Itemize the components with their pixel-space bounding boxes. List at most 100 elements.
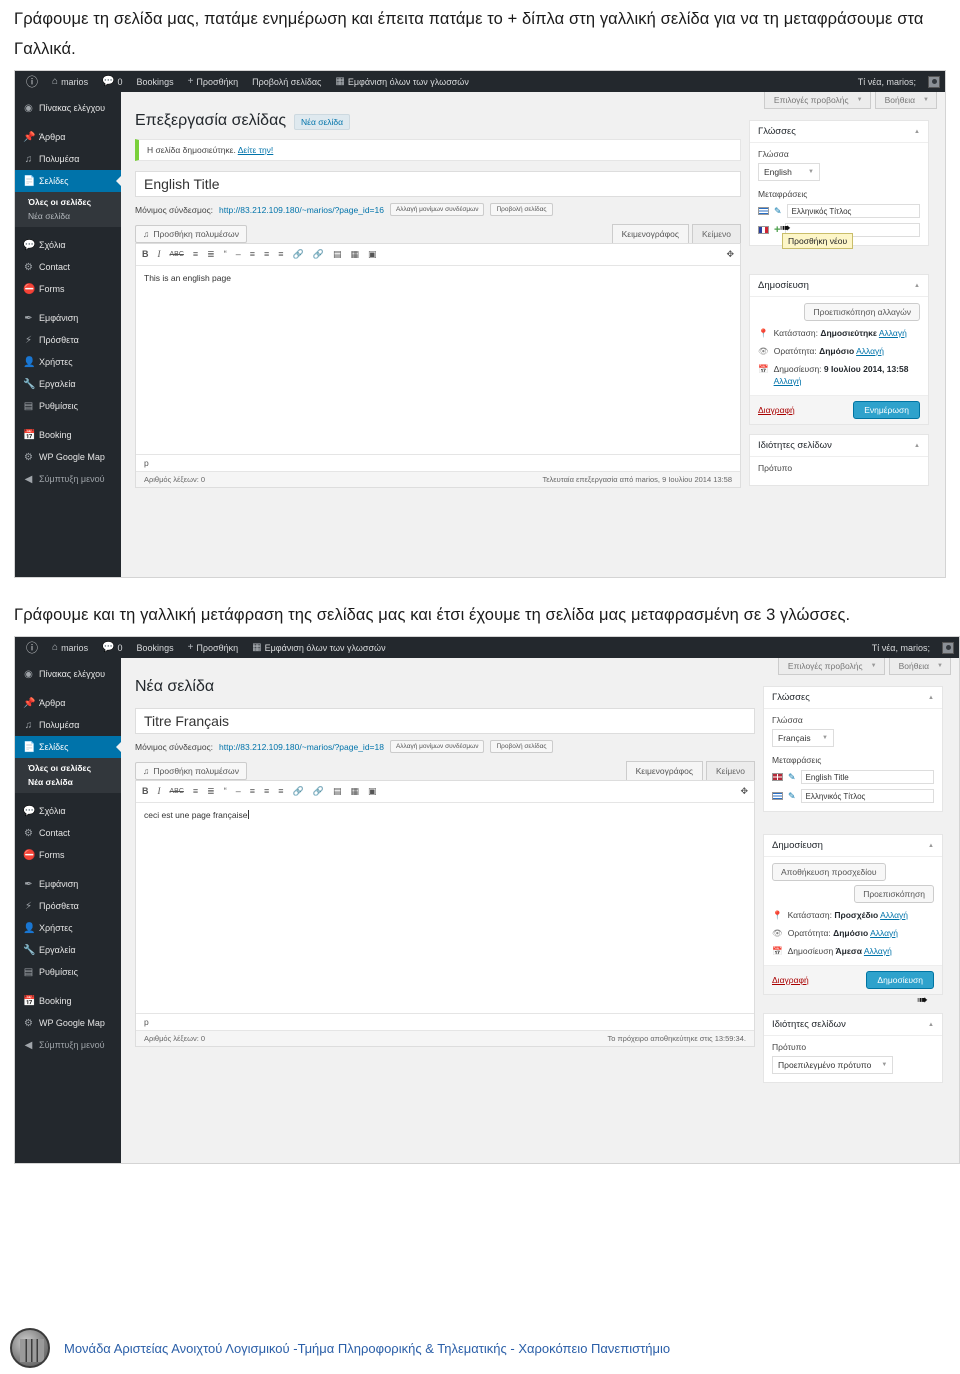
view-page-button[interactable]: Προβολή σελίδας [490, 740, 553, 753]
status-edit-link[interactable]: Αλλαγή [880, 910, 908, 920]
sidebar-item-collapse-menu[interactable]: ◀ Σύμπτυξη μενού [15, 1034, 121, 1056]
pencil-icon[interactable]: ✎ [788, 791, 796, 802]
publish-date-edit-link[interactable]: Αλλαγή [864, 946, 892, 956]
comments-menu[interactable]: 💬 0 [95, 637, 129, 658]
publish-metabox-header[interactable]: Δημοσίευση ▲ [764, 835, 942, 857]
screen-options-tab[interactable]: Επιλογές προβολής ▼ [763, 92, 871, 109]
chevron-up-icon[interactable]: ▲ [928, 695, 934, 701]
sidebar-item-posts[interactable]: 📌 Άρθρα [15, 692, 121, 714]
ordered-list-icon[interactable]: ≣ [207, 787, 215, 796]
chevron-up-icon[interactable]: ▲ [928, 1022, 934, 1028]
site-name-menu[interactable]: ⌂ marios [45, 71, 95, 92]
view-page-button[interactable]: Προβολή σελίδας [490, 203, 553, 216]
bookings-menu[interactable]: Bookings [130, 71, 181, 92]
ordered-list-icon[interactable]: ≣ [207, 250, 215, 259]
sidebar-item-forms[interactable]: ⛔ Forms [15, 278, 121, 300]
translation-input-greek[interactable]: Ελληνικός Τίτλος [800, 789, 934, 803]
submenu-item-all-pages[interactable]: Όλες οι σελίδες [15, 761, 121, 775]
sidebar-item-pages[interactable]: 📄 Σελίδες [15, 170, 122, 192]
sidebar-item-comments[interactable]: 💬 Σχόλια [15, 234, 121, 256]
move-to-trash-link[interactable]: Διαγραφή [758, 405, 795, 415]
preview-button[interactable]: Προεπισκόπηση [854, 885, 934, 903]
publish-metabox-header[interactable]: Δημοσίευση ▲ [750, 275, 928, 297]
sidebar-item-posts[interactable]: 📌 Άρθρα [15, 126, 121, 148]
view-page-menu[interactable]: Προβολή σελίδας [245, 71, 328, 92]
permalink-url[interactable]: http://83.212.109.180/~marios/?page_id=1… [219, 205, 384, 215]
sidebar-item-tools[interactable]: 🔧 Εργαλεία [15, 373, 121, 395]
pencil-icon[interactable]: ✎ [774, 206, 782, 217]
sidebar-item-tools[interactable]: 🔧 Εργαλεία [15, 939, 121, 961]
link-icon[interactable]: 🔗 [293, 250, 304, 259]
visibility-edit-link[interactable]: Αλλαγή [856, 346, 884, 356]
add-new-page-button[interactable]: Νέα σελίδα [294, 114, 351, 130]
tab-visual[interactable]: Κειμενογράφος [625, 761, 703, 780]
page-attributes-header[interactable]: Ιδιότητες σελίδων ▲ [764, 1014, 942, 1036]
italic-icon[interactable]: I [158, 250, 161, 259]
horizontal-rule-icon[interactable]: – [236, 250, 241, 259]
blockquote-icon[interactable]: “ [224, 250, 227, 259]
align-center-icon[interactable]: ≡ [264, 787, 269, 796]
align-center-icon[interactable]: ≡ [264, 250, 269, 259]
help-tab[interactable]: Βοήθεια ▼ [888, 658, 951, 675]
update-button[interactable]: Ενημέρωση [853, 401, 920, 419]
chevron-up-icon[interactable]: ▲ [928, 843, 934, 849]
post-title-input[interactable]: Titre Français [135, 708, 755, 734]
sidebar-item-settings[interactable]: ▤ Ρυθμίσεις [15, 961, 121, 983]
submenu-item-new-page[interactable]: Νέα σελίδα [15, 775, 121, 789]
chevron-up-icon[interactable]: ▲ [914, 283, 920, 289]
help-tab[interactable]: Βοήθεια ▼ [874, 92, 937, 109]
sidebar-item-plugins[interactable]: ⚡ Πρόσθετα [15, 329, 121, 351]
unordered-list-icon[interactable]: ≡ [193, 250, 198, 259]
bookings-menu[interactable]: Bookings [130, 637, 181, 658]
align-right-icon[interactable]: ≡ [278, 250, 283, 259]
sidebar-item-pages[interactable]: 📄 Σελίδες [15, 736, 122, 758]
chevron-up-icon[interactable]: ▲ [914, 129, 920, 135]
editor-content-area[interactable]: This is an english page [136, 266, 740, 454]
new-content-menu[interactable]: + Προσθήκη [181, 71, 246, 92]
language-select[interactable]: Français ▼ [772, 729, 834, 747]
toggle-toolbar-icon[interactable]: ▣ [368, 250, 377, 259]
publish-button[interactable]: Δημοσίευση [866, 971, 934, 989]
visibility-edit-link[interactable]: Αλλαγή [870, 928, 898, 938]
sidebar-item-booking[interactable]: 📅 Booking [15, 990, 121, 1012]
sidebar-item-settings[interactable]: ▤ Ρυθμίσεις [15, 395, 121, 417]
align-right-icon[interactable]: ≡ [278, 787, 283, 796]
unordered-list-icon[interactable]: ≡ [193, 787, 198, 796]
editor-content-area[interactable]: ceci est une page française [136, 803, 754, 1013]
chevron-up-icon[interactable]: ▲ [914, 443, 920, 449]
sidebar-item-appearance[interactable]: ✒ Εμφάνιση [15, 307, 121, 329]
view-page-link[interactable]: Δείτε την! [238, 145, 274, 155]
sidebar-item-comments[interactable]: 💬 Σχόλια [15, 800, 121, 822]
submenu-item-new-page[interactable]: Νέα σελίδα [15, 209, 121, 223]
sidebar-item-plugins[interactable]: ⚡ Πρόσθετα [15, 895, 121, 917]
tab-text[interactable]: Κείμενο [705, 761, 755, 780]
edit-permalink-button[interactable]: Αλλαγή μονίμων συνδέσμων [389, 740, 485, 753]
blockquote-icon[interactable]: “ [224, 787, 227, 796]
horizontal-rule-icon[interactable]: – [236, 787, 241, 796]
sidebar-item-contact[interactable]: ⚙ Contact [15, 256, 121, 278]
avatar[interactable] [928, 75, 940, 88]
show-all-languages-menu[interactable]: ▦ Εμφάνιση όλων των γλωσσών [328, 71, 475, 92]
post-title-input[interactable]: English Title [135, 171, 741, 197]
comments-menu[interactable]: 💬 0 [95, 71, 129, 92]
fullscreen-icon[interactable]: ✥ [740, 787, 748, 796]
move-to-trash-link[interactable]: Διαγραφή [772, 975, 809, 985]
sidebar-item-wp-google-map[interactable]: ⚙ WP Google Map [15, 1012, 121, 1034]
howdy-label[interactable]: Τί νέα, marios; [865, 637, 937, 658]
new-content-menu[interactable]: + Προσθήκη [181, 637, 246, 658]
sidebar-item-wp-google-map[interactable]: ⚙ WP Google Map [15, 446, 121, 468]
submenu-item-all-pages[interactable]: Όλες οι σελίδες [15, 195, 121, 209]
save-draft-button[interactable]: Αποθήκευση προσχεδίου [772, 863, 886, 881]
tab-text[interactable]: Κείμενο [691, 224, 741, 243]
preview-changes-button[interactable]: Προεπισκόπηση αλλαγών [804, 303, 920, 321]
show-all-languages-menu[interactable]: ▦ Εμφάνιση όλων των γλωσσών [245, 637, 392, 658]
add-media-button[interactable]: ♫ Προσθήκη πολυμέσων [135, 762, 247, 780]
sidebar-item-media[interactable]: ♫ Πολυμέσα [15, 714, 121, 736]
languages-metabox-header[interactable]: Γλώσσες ▲ [750, 121, 928, 143]
spellcheck-icon[interactable]: ▦ [350, 250, 359, 259]
toggle-toolbar-icon[interactable]: ▣ [368, 787, 377, 796]
unlink-icon[interactable]: 🔗 [313, 250, 324, 259]
strikethrough-icon[interactable]: ABC [170, 251, 184, 258]
sidebar-item-appearance[interactable]: ✒ Εμφάνιση [15, 873, 121, 895]
bold-icon[interactable]: B [142, 250, 149, 259]
